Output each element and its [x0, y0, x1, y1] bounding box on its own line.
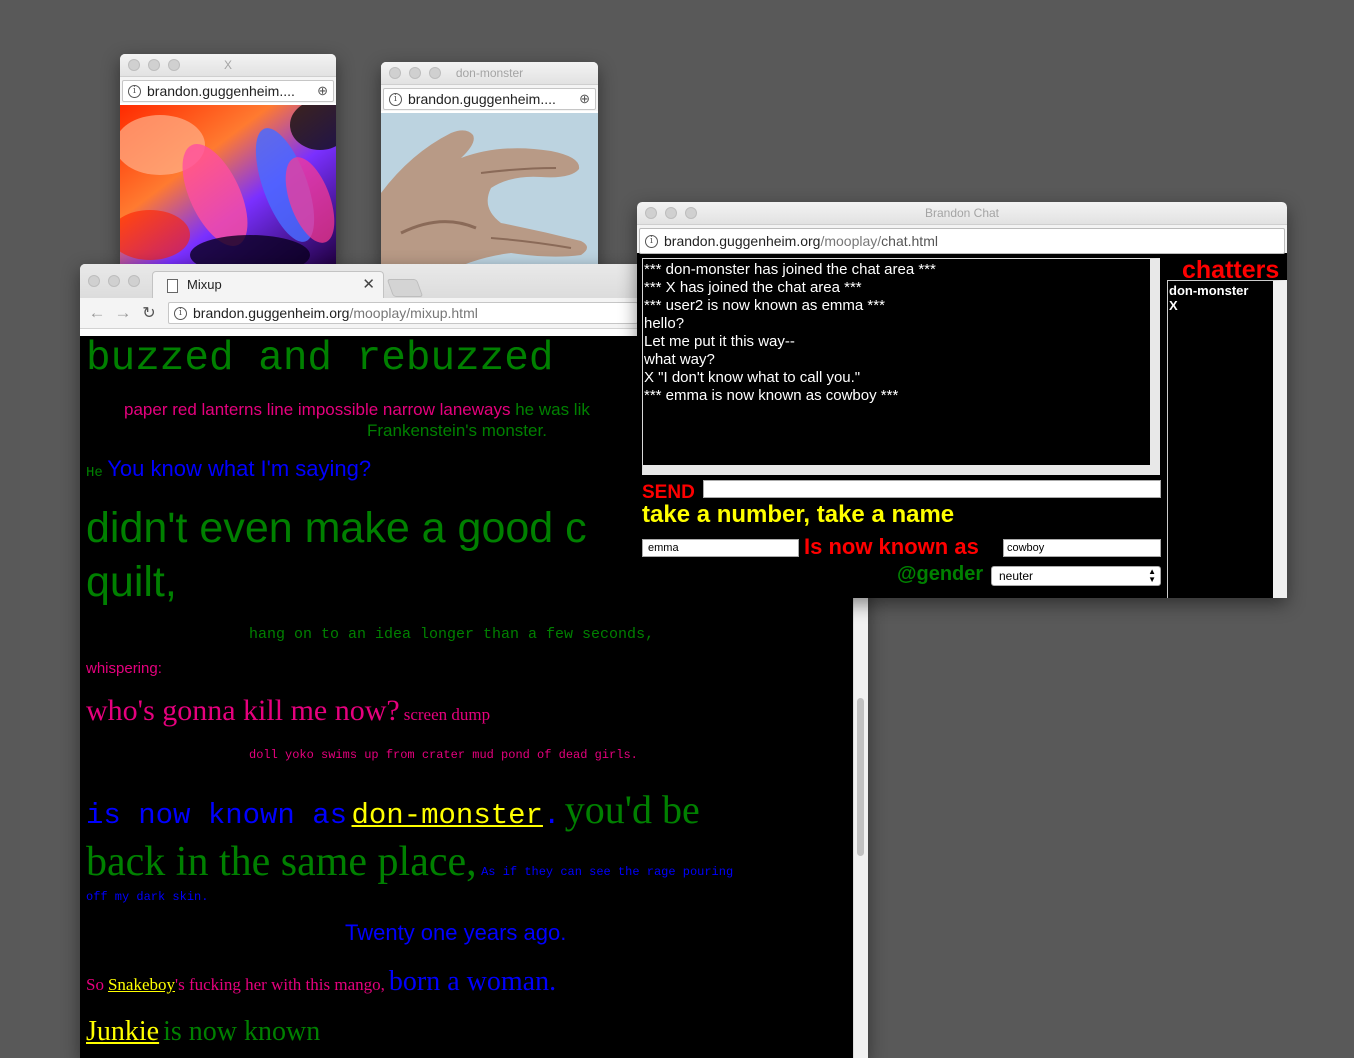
text-line: So Snakeboy's fucking her with this mang…: [86, 966, 556, 998]
text-fragment: is now known as: [86, 799, 348, 832]
chat-message: *** emma is now known as cowboy ***: [644, 387, 899, 404]
chat-log[interactable]: *** don-monster has joined the chat area…: [642, 258, 1160, 475]
chat-message: *** X has joined the chat area ***: [644, 279, 862, 296]
text-line: Junkie is now known: [86, 1016, 320, 1048]
tab-title: Mixup: [187, 277, 222, 292]
window-title: don-monster: [455, 66, 524, 80]
text-line: off my dark skin.: [86, 890, 209, 904]
close-tab-icon[interactable]: ✕: [362, 275, 375, 293]
link-snakeboy[interactable]: Snakeboy: [108, 975, 175, 994]
text-fragment: paper red lanterns line impossible narro…: [124, 400, 511, 419]
gender-label: @gender: [897, 563, 984, 585]
url-host: brandon.guggenheim.org: [664, 233, 821, 249]
text-line: is now known as don-monster. you'd be: [86, 786, 700, 833]
tab-mixup[interactable]: Mixup ✕: [152, 271, 384, 298]
chatter-item[interactable]: X: [1169, 298, 1273, 313]
url-bar[interactable]: i brandon.guggenheim.org/mooplay/mixup.h…: [168, 302, 638, 324]
chat-message: *** user2 is now known as emma ***: [644, 297, 885, 314]
url-text: brandon.guggenheim....: [408, 91, 556, 107]
chatter-item[interactable]: don-monster: [1169, 283, 1273, 298]
zoom-icon[interactable]: ⊕: [579, 91, 590, 107]
reload-icon[interactable]: ↻: [136, 303, 162, 323]
minimize-window-icon[interactable]: [108, 275, 120, 287]
title-bar: Brandon Chat: [637, 202, 1287, 225]
message-input[interactable]: [703, 480, 1161, 498]
take-number-heading: take a number, take a name: [642, 501, 955, 528]
link-junkie[interactable]: Junkie: [86, 1016, 159, 1047]
title-bar: don-monster: [381, 62, 598, 85]
gender-value: neuter: [999, 569, 1034, 583]
forward-arrow-icon[interactable]: →: [110, 303, 136, 323]
text-fragment: You know what I'm saying?: [107, 456, 372, 481]
text-line: quilt,: [86, 558, 177, 606]
text-fragment: born a woman.: [388, 966, 557, 997]
chat-message: X "I don't know what to call you.": [644, 369, 861, 386]
text-fragment: 's fucking her with this mango,: [175, 975, 385, 994]
url-row: i brandon.guggenheim.... ⊕: [381, 85, 598, 111]
url-host: brandon.guggenheim.org: [193, 305, 350, 321]
url-bar[interactable]: i brandon.guggenheim.... ⊕: [383, 88, 596, 110]
known-as-label: Is now known as: [804, 534, 979, 559]
text-line: doll yoko swims up from crater mud pond …: [249, 748, 638, 762]
gender-select[interactable]: neuter ▲ ▼: [991, 566, 1161, 586]
info-icon[interactable]: i: [128, 84, 141, 98]
text-fragment: As if they can see the rage pouring: [481, 865, 734, 879]
chat-message: *** don-monster has joined the chat area…: [644, 261, 936, 278]
url-row: i brandon.guggenheim.org/mooplay/chat.ht…: [637, 225, 1287, 254]
window-controls: [88, 275, 140, 287]
url-file: chat.html: [881, 233, 938, 249]
select-arrows-icon: ▲ ▼: [1148, 567, 1156, 584]
popup-window-don-monster: don-monster i brandon.guggenheim.... ⊕: [381, 62, 598, 276]
url-bar[interactable]: i brandon.guggenheim.... ⊕: [122, 80, 334, 102]
text-line: hang on to an idea longer than a few sec…: [249, 626, 655, 643]
chatters-list[interactable]: don-monster X: [1167, 280, 1287, 598]
zoom-icon[interactable]: ⊕: [317, 83, 328, 99]
text-line: didn't even make a good c: [86, 504, 587, 552]
text-line: who's gonna kill me now? screen dump: [86, 694, 490, 728]
title-bar: X: [120, 54, 336, 77]
text-line: Twenty one years ago.: [345, 920, 567, 945]
popup-image-hand: [381, 113, 598, 276]
zoom-window-icon[interactable]: [128, 275, 140, 287]
url-path: /mooplay/mixup.html: [349, 305, 478, 321]
url-path: /mooplay/: [820, 233, 882, 249]
text-line: Frankenstein's monster.: [367, 421, 547, 440]
popup-window-x: X i brandon.guggenheim.... ⊕: [120, 54, 336, 267]
text-line: He You know what I'm saying?: [86, 456, 371, 482]
chat-message: what way?: [644, 351, 715, 368]
text-fragment: who's gonna kill me now?: [86, 694, 400, 727]
info-icon[interactable]: i: [645, 234, 658, 248]
new-name-field[interactable]: cowboy: [1003, 539, 1161, 557]
url-text: brandon.guggenheim....: [147, 83, 295, 99]
text-fragment: So: [86, 975, 104, 994]
close-window-icon[interactable]: [88, 275, 100, 287]
link-don-monster[interactable]: don-monster: [352, 799, 543, 832]
back-arrow-icon[interactable]: ←: [84, 303, 110, 323]
chat-message: hello?: [644, 315, 685, 332]
text-line: buzzed and rebuzzed: [86, 336, 554, 382]
text-fragment: He: [86, 465, 103, 481]
info-icon[interactable]: i: [174, 306, 187, 320]
text-fragment: you'd be: [564, 787, 700, 832]
popup-image-x: [120, 105, 336, 267]
text-line: whispering:: [86, 660, 162, 677]
current-name-field[interactable]: emma: [642, 539, 799, 557]
text-fragment: he was lik: [515, 400, 590, 419]
window-title: Brandon Chat: [924, 206, 1000, 220]
window-title: X: [223, 58, 232, 72]
chat-message: Let me put it this way--: [644, 333, 795, 350]
document-icon: [167, 279, 178, 293]
scrollbar-thumb[interactable]: [857, 698, 864, 856]
text-fragment: back in the same place,: [86, 839, 477, 885]
text-fragment: screen dump: [403, 705, 491, 724]
info-icon[interactable]: i: [389, 92, 402, 106]
url-row: i brandon.guggenheim.... ⊕: [120, 77, 336, 103]
chat-browser-window: Brandon Chat i brandon.guggenheim.org/mo…: [637, 202, 1287, 598]
text-fragment: is now known: [163, 1016, 321, 1047]
text-line: back in the same place, As if they can s…: [86, 838, 733, 886]
url-bar[interactable]: i brandon.guggenheim.org/mooplay/chat.ht…: [639, 228, 1285, 254]
new-tab-button[interactable]: [386, 279, 424, 297]
text-fragment: .: [542, 799, 561, 832]
text-line: paper red lanterns line impossible narro…: [124, 400, 590, 420]
